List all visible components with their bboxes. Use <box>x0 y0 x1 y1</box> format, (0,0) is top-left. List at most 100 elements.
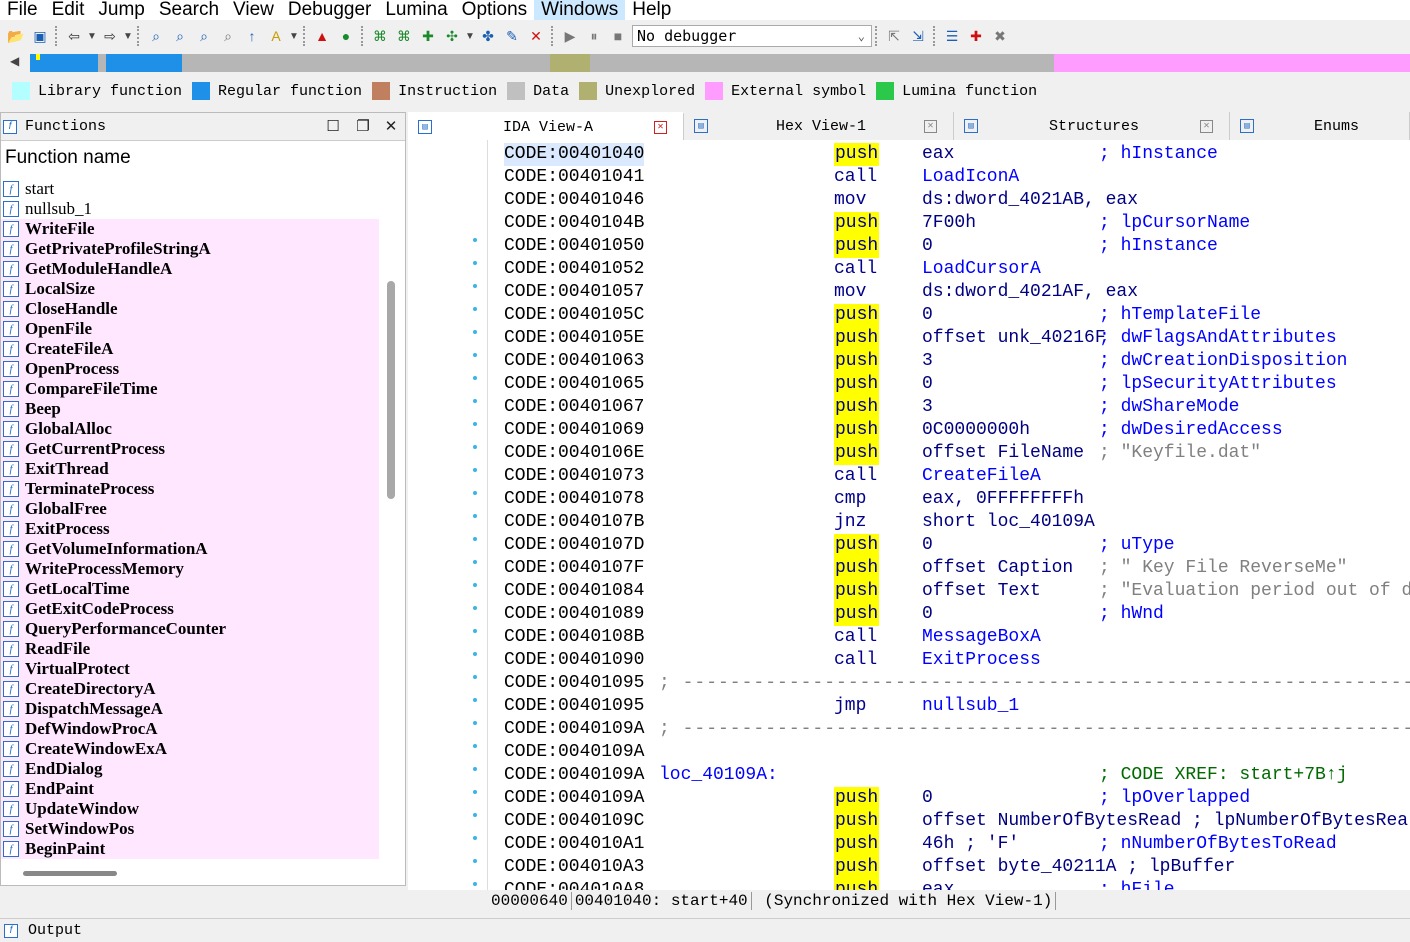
menu-options[interactable]: Options <box>455 0 534 20</box>
disasm-line[interactable]: CODE:0040106E push offset FileName ; "Keyfi… <box>504 442 1410 465</box>
disasm-label[interactable]: loc_40109A: <box>659 764 778 787</box>
plugin-icon[interactable]: ✤ <box>477 25 499 47</box>
disasm-operand[interactable]: 0 <box>922 373 933 396</box>
play-icon[interactable]: ▶ <box>559 25 581 47</box>
function-list-item[interactable]: f GlobalAlloc <box>1 419 379 439</box>
menu-help[interactable]: Help <box>625 0 678 20</box>
disasm-line[interactable]: CODE:00401057 mov ds:dword_4021AF, eax <box>504 281 1410 304</box>
ida-view-disassembly[interactable]: CODE:00401040 push eax; hInstance CODE:0040… <box>408 140 1410 890</box>
disasm-operand[interactable]: 0 <box>922 603 933 626</box>
navigation-bar[interactable] <box>30 54 1410 72</box>
function-list-item[interactable]: f TerminateProcess <box>1 479 379 499</box>
function-list-item[interactable]: f OpenProcess <box>1 359 379 379</box>
tab-ida-view-a[interactable]: ▤ IDA View-A ✕ <box>408 112 684 140</box>
function-list-item[interactable]: f GlobalFree <box>1 499 379 519</box>
search-text-icon[interactable]: ⌕ <box>169 25 191 47</box>
menu-debugger[interactable]: Debugger <box>281 0 378 20</box>
jump-up-icon[interactable]: ↑ <box>241 25 263 47</box>
disasm-line[interactable]: CODE:00401084 push offset Text ; "Evaluatio… <box>504 580 1410 603</box>
disasm-line[interactable]: CODE:00401069 push 0C0000000h ; dwDesiredAc… <box>504 419 1410 442</box>
disasm-line[interactable]: CODE:00401065 push 0 ; lpSecurityAttributes <box>504 373 1410 396</box>
disasm-operand[interactable]: offset FileName <box>922 442 1084 465</box>
disasm-line[interactable]: CODE:00401050 push 0 ; hInstance <box>504 235 1410 258</box>
disasm-operand[interactable]: 3 <box>922 396 933 419</box>
text-color-icon[interactable]: A <box>265 25 287 47</box>
save-icon[interactable]: ▣ <box>29 25 51 47</box>
disasm-line[interactable]: CODE:00401078 cmp eax, 0FFFFFFFFh <box>504 488 1410 511</box>
disasm-line[interactable]: CODE:0040108B call MessageBoxA <box>504 626 1410 649</box>
restore-icon[interactable]: ❐ <box>353 117 373 137</box>
disasm-operand[interactable]: offset Text <box>922 580 1041 603</box>
forward-icon[interactable]: ⇨ <box>99 25 121 47</box>
function-list-item[interactable]: f CloseHandle <box>1 299 379 319</box>
vertical-scrollbar[interactable] <box>387 281 395 499</box>
disasm-operand[interactable]: 0C0000000h <box>922 419 1030 442</box>
disasm-line[interactable]: CODE:0040109A ; -------------------------… <box>504 718 1410 741</box>
disasm-line[interactable]: CODE:0040105C push 0 ; hTemplateFile <box>504 304 1410 327</box>
function-list-item[interactable]: f ReadFile <box>1 639 379 659</box>
function-list-item[interactable]: f GetLocalTime <box>1 579 379 599</box>
disasm-line[interactable]: CODE:004010A1 push 46h ; 'F' ; nNumberOfByt… <box>504 833 1410 856</box>
disasm-operand[interactable]: eax, 0FFFFFFFFh <box>922 488 1084 511</box>
menu-search[interactable]: Search <box>152 0 226 20</box>
menu-jump[interactable]: Jump <box>91 0 151 20</box>
disasm-line[interactable]: CODE:00401089 push 0 ; hWnd <box>504 603 1410 626</box>
function-list-item[interactable]: f EndPaint <box>1 779 379 799</box>
disasm-line[interactable]: CODE:0040107D push 0 ; uType <box>504 534 1410 557</box>
disasm-operand[interactable]: MessageBoxA <box>922 626 1041 649</box>
add-node-icon[interactable]: ✚ <box>417 25 439 47</box>
tab-close-icon[interactable]: ✕ <box>1200 119 1213 133</box>
function-list-item[interactable]: f LocalSize <box>1 279 379 299</box>
disasm-line[interactable]: CODE:00401090 call ExitProcess <box>504 649 1410 672</box>
search-binary-icon[interactable]: ⌕ <box>145 25 167 47</box>
connect-dropdown-icon[interactable]: ▼ <box>464 31 476 42</box>
edit-icon[interactable]: ✎ <box>501 25 523 47</box>
function-list-item[interactable]: f SetWindowPos <box>1 819 379 839</box>
disasm-line[interactable]: CODE:0040109C push offset NumberOfBytesRea… <box>504 810 1410 833</box>
pause-icon[interactable]: ⏸ <box>583 25 605 47</box>
function-list-item[interactable]: f UpdateWindow <box>1 799 379 819</box>
disasm-operand[interactable]: 7F00h <box>922 212 976 235</box>
disasm-line[interactable]: CODE:0040109A push 0 ; lpOverlapped <box>504 787 1410 810</box>
function-name-column-header[interactable]: Function name <box>1 141 405 175</box>
back-icon[interactable]: ⇦ <box>63 25 85 47</box>
disasm-line[interactable]: CODE:0040109A <box>504 741 1410 764</box>
open-icon[interactable]: 📂 <box>5 25 27 47</box>
disasm-operand[interactable]: offset unk_40216F <box>922 327 1106 350</box>
function-list-item[interactable]: f CreateWindowExA <box>1 739 379 759</box>
disasm-operand[interactable]: eax <box>922 879 954 890</box>
search-next-icon[interactable]: ⌕ <box>217 25 239 47</box>
disasm-operand[interactable]: offset byte_40211A ; lpBuffer <box>922 856 1235 879</box>
navigation-band[interactable]: ◀ <box>0 52 1410 74</box>
function-list-item[interactable]: f GetExitCodeProcess <box>1 599 379 619</box>
disasm-operand[interactable]: 0 <box>922 235 933 258</box>
function-list-item[interactable]: f EndDialog <box>1 759 379 779</box>
horizontal-scrollbar[interactable] <box>23 871 117 876</box>
disasm-line[interactable]: CODE:0040107B jnz short loc_40109A <box>504 511 1410 534</box>
graph-add-icon[interactable]: ⌘ <box>393 25 415 47</box>
disasm-line[interactable]: CODE:00401041 call LoadIconA <box>504 166 1410 189</box>
function-list-item[interactable]: f DefWindowProcA <box>1 719 379 739</box>
status-circle-icon[interactable]: ● <box>335 25 357 47</box>
tab-close-icon[interactable]: ✕ <box>924 119 937 133</box>
function-list-item[interactable]: f VirtualProtect <box>1 659 379 679</box>
sync-icon[interactable]: ⇲ <box>907 25 929 47</box>
disasm-line[interactable]: CODE:00401095 ; -------------------------… <box>504 672 1410 695</box>
function-list-item[interactable]: f WriteProcessMemory <box>1 559 379 579</box>
function-list-item[interactable]: f ExitThread <box>1 459 379 479</box>
debugger-select[interactable]: No debugger ⌄ <box>632 25 872 47</box>
disasm-line[interactable]: CODE:00401040 push eax ; hInstance <box>504 143 1410 166</box>
disasm-line[interactable]: CODE:00401073 call CreateFileA <box>504 465 1410 488</box>
function-list-item[interactable]: f DispatchMessageA <box>1 699 379 719</box>
function-list-item[interactable]: f GetVolumeInformationA <box>1 539 379 559</box>
function-list-item[interactable]: f Beep <box>1 399 379 419</box>
function-list-item[interactable]: f nullsub_1 <box>1 199 379 219</box>
function-list-item[interactable]: f BeginPaint <box>1 839 379 859</box>
disasm-line[interactable]: CODE:00401063 push 3 ; dwCreationDispositio… <box>504 350 1410 373</box>
disasm-operand[interactable]: LoadCursorA <box>922 258 1041 281</box>
disasm-operand[interactable]: offset NumberOfBytesRead ; lpNumberOfByt… <box>922 810 1408 833</box>
disasm-operand[interactable]: CreateFileA <box>922 465 1041 488</box>
connect-icon[interactable]: ✣ <box>441 25 463 47</box>
function-list-item[interactable]: f GetCurrentProcess <box>1 439 379 459</box>
disasm-operand[interactable]: short loc_40109A <box>922 511 1095 534</box>
